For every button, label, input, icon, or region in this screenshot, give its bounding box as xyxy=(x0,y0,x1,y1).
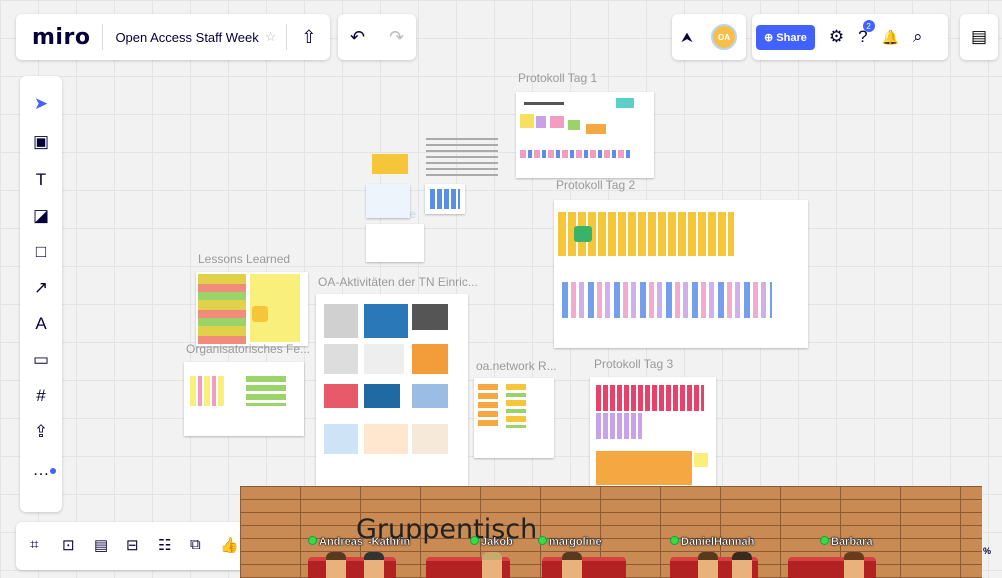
undo-redo-panel: ↶ ↷ xyxy=(338,14,416,60)
frame-socialize[interactable] xyxy=(366,184,410,218)
player-label: -Kathrin xyxy=(368,536,411,548)
frame-title-protokoll-tag-2[interactable]: Protokoll Tag 2 xyxy=(556,178,635,192)
select-tool-icon[interactable]: ➤ xyxy=(20,94,62,114)
player-label: DanielHannah xyxy=(670,536,755,548)
frame-title-organisatorisches[interactable]: Organisatorisches Fe... xyxy=(186,342,310,356)
share-button[interactable]: ⊕ Share xyxy=(756,24,815,50)
player-name: Hannah xyxy=(714,536,755,548)
player-name: margoline xyxy=(549,536,602,548)
bottom-toolbar: ⌗ ⊡ ▤ ⊟ ☷ ⧉ 👍 xyxy=(16,522,256,570)
notes-icon[interactable]: ▤ xyxy=(971,27,987,47)
help-icon[interactable]: ? 2 xyxy=(858,20,875,47)
avatar-character[interactable] xyxy=(698,552,718,578)
sticky-note-yellow[interactable] xyxy=(372,154,408,174)
frame-oa-aktivitaeten[interactable] xyxy=(316,294,468,490)
frame-protokoll-tag-2[interactable] xyxy=(554,200,808,348)
card-icon[interactable]: ⊟ xyxy=(126,536,139,554)
avatar-character[interactable] xyxy=(364,552,384,578)
player-name: Jakob xyxy=(481,536,513,548)
left-toolbar: ➤ ▣ T ◪ □ ↗ A ▭ # ⇪ … xyxy=(20,76,62,512)
upload-tool-icon[interactable]: ⇪ xyxy=(20,422,62,442)
player-name: Barbara xyxy=(831,536,873,548)
undo-icon[interactable]: ↶ xyxy=(350,27,365,48)
frame-title-protokoll-tag-1[interactable]: Protokoll Tag 1 xyxy=(518,71,597,85)
comment-tool-icon[interactable]: ▭ xyxy=(20,350,62,370)
kanban-icon[interactable]: ☷ xyxy=(158,536,171,554)
divider xyxy=(102,24,104,50)
frame-title-oa-aktivitaeten[interactable]: OA-Aktivitäten der TN Einric... xyxy=(318,275,478,289)
player-label: Andreas xyxy=(308,536,363,548)
notes-panel: ▤ xyxy=(960,14,998,60)
templates-tool-icon[interactable]: ▣ xyxy=(20,132,62,152)
upload-icon[interactable]: ⇧ xyxy=(301,27,316,48)
avatar-character[interactable] xyxy=(562,552,582,578)
collaborator-panel: ⮝ OA xyxy=(672,14,746,60)
text-tool-icon[interactable]: T xyxy=(20,170,62,190)
pen-tool-icon[interactable]: A xyxy=(20,314,62,334)
game-overlay[interactable]: Gruppentisch Andreas -Kathrin Jakob marg… xyxy=(240,486,982,578)
frame-title-lessons-learned[interactable]: Lessons Learned xyxy=(198,252,290,266)
zoom-percent[interactable]: % xyxy=(983,546,991,556)
text-lines xyxy=(426,138,498,176)
board-title[interactable]: Open Access Staff Week xyxy=(115,30,258,45)
sofa xyxy=(542,557,626,578)
player-name: Andreas xyxy=(319,536,364,548)
frame-title-oa-network[interactable]: oa.network R... xyxy=(476,359,557,373)
online-dot xyxy=(820,536,829,545)
comments-icon[interactable]: ▤ xyxy=(94,536,108,554)
frame-tool-icon[interactable]: # xyxy=(20,386,62,406)
sticky-note-tool-icon[interactable]: ◪ xyxy=(20,206,62,226)
player-label: Barbara xyxy=(820,536,873,548)
search-icon[interactable]: ⌕ xyxy=(913,27,923,47)
avatar[interactable]: OA xyxy=(710,24,737,50)
frame-protokoll-tag-1[interactable] xyxy=(516,92,654,178)
presentation-icon[interactable]: ⊡ xyxy=(62,536,75,554)
frame-protokoll-tag-3[interactable] xyxy=(590,377,716,487)
online-dot xyxy=(670,536,679,545)
player-name: Daniel xyxy=(681,536,715,548)
avatar-character[interactable] xyxy=(482,552,502,578)
frame-small-blue[interactable] xyxy=(425,184,465,214)
frame-small-doc[interactable] xyxy=(366,224,424,262)
online-dot xyxy=(308,536,317,545)
player-name: Kathrin xyxy=(371,536,411,548)
avatar-character[interactable] xyxy=(844,552,864,578)
miro-logo[interactable]: miro xyxy=(32,25,90,50)
avatar-character[interactable] xyxy=(732,552,752,578)
frame-lessons-learned[interactable] xyxy=(196,272,308,346)
reactions-icon[interactable]: 👍 xyxy=(220,536,239,554)
notification-dot xyxy=(50,468,56,474)
player-label: Jakob xyxy=(470,536,513,548)
bell-icon[interactable]: 🔔 xyxy=(882,29,899,46)
avatar-character[interactable] xyxy=(326,552,346,578)
frames-icon[interactable]: ⌗ xyxy=(30,536,38,553)
divider xyxy=(286,24,288,50)
header-panel: miro Open Access Staff Week ☆ ⇧ xyxy=(16,14,330,60)
header-right-panel: ⊕ Share ⚙ ? 2 🔔 ⌕ xyxy=(752,14,948,60)
export-icon[interactable]: ⧉ xyxy=(190,536,201,553)
frame-organisatorisches[interactable] xyxy=(184,362,304,436)
frame-oa-network[interactable] xyxy=(474,378,554,458)
help-badge: 2 xyxy=(862,20,875,32)
redo-icon[interactable]: ↷ xyxy=(389,27,404,48)
cursor-icon[interactable]: ⮝ xyxy=(681,29,693,46)
player-label: margoline xyxy=(538,536,602,548)
connection-line-tool-icon[interactable]: ↗ xyxy=(20,278,62,298)
online-dot xyxy=(538,536,547,545)
online-dot xyxy=(470,536,479,545)
shape-tool-icon[interactable]: □ xyxy=(20,242,62,262)
frame-title-protokoll-tag-3[interactable]: Protokoll Tag 3 xyxy=(594,357,673,371)
settings-icon[interactable]: ⚙ xyxy=(829,27,844,47)
star-icon[interactable]: ☆ xyxy=(265,29,277,45)
